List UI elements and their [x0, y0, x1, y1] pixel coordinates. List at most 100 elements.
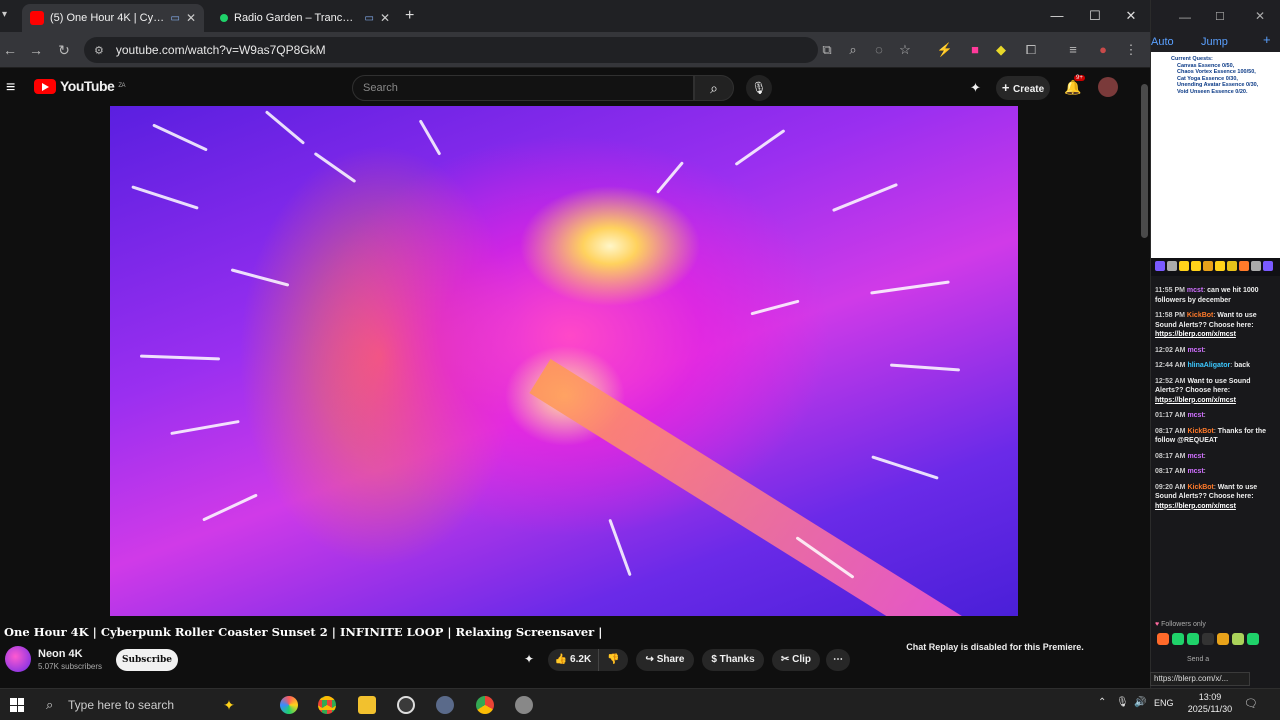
tab-list-chevron-icon[interactable]: ▾: [2, 9, 16, 23]
subscribe-button[interactable]: Subscribe: [116, 649, 178, 671]
side-minimize-icon[interactable]: —: [1179, 10, 1191, 24]
extensions-puzzle-icon[interactable]: ⧠: [1022, 41, 1040, 59]
mic-tray-icon[interactable]: 🎙: [1116, 697, 1129, 708]
chat-link[interactable]: https://blerp.com/x/mcst: [1155, 397, 1236, 404]
emote-icon[interactable]: [1217, 633, 1229, 645]
emote-icon[interactable]: [1232, 633, 1244, 645]
chat-time: 08:17 AM: [1155, 427, 1186, 435]
emote-icon[interactable]: [1215, 261, 1225, 271]
emote-icon[interactable]: [1191, 261, 1201, 271]
zoom-icon[interactable]: ⌕: [844, 41, 862, 59]
chat-username[interactable]: KickBot: [1187, 428, 1213, 435]
create-button[interactable]: + Create: [996, 76, 1050, 100]
install-app-icon[interactable]: ⧉: [818, 41, 836, 59]
address-bar[interactable]: ⚙ youtube.com/watch?v=W9as7QP8GkM: [84, 37, 818, 63]
hamburger-menu-icon[interactable]: ≡: [6, 79, 15, 97]
browser-menu-icon[interactable]: ⋮: [1122, 41, 1140, 59]
chat-input[interactable]: Send a: [1187, 656, 1209, 663]
chat-username[interactable]: mcst: [1187, 287, 1203, 294]
chrome-icon[interactable]: [318, 696, 336, 714]
chat-link[interactable]: https://blerp.com/x/mcst: [1155, 331, 1236, 338]
side-close-icon[interactable]: ✕: [1255, 9, 1265, 23]
profile-avatar-icon[interactable]: ●: [1094, 41, 1112, 59]
like-button[interactable]: 👍 6.2K: [548, 649, 598, 671]
emote-icon[interactable]: [1227, 261, 1237, 271]
tab-auto[interactable]: Auto: [1151, 36, 1174, 48]
new-tab-icon[interactable]: +: [405, 7, 414, 25]
youtube-logo[interactable]: YouTube ZA: [34, 78, 125, 94]
stream-overlay: Current Quests: Canvas Essence 0/50, Cha…: [1151, 52, 1280, 258]
extension-pink-icon[interactable]: ■: [966, 41, 984, 59]
thanks-button[interactable]: $ Thanks: [702, 649, 764, 671]
channel-name[interactable]: Neon 4K: [38, 648, 83, 660]
share-button[interactable]: ↪ Share: [636, 649, 694, 671]
minimize-icon[interactable]: —: [1042, 6, 1072, 26]
clock[interactable]: 13:09 2025/11/30: [1180, 691, 1240, 715]
emote-icon[interactable]: [1155, 261, 1165, 271]
emote-icon[interactable]: [1167, 261, 1177, 271]
clip-button[interactable]: ✂ Clip: [772, 649, 820, 671]
tab-youtube[interactable]: (5) One Hour 4K | Cyberpu ▭ ✕: [22, 4, 204, 32]
more-actions-icon[interactable]: ⋯: [826, 649, 850, 671]
account-avatar[interactable]: [1098, 77, 1118, 97]
app-icon[interactable]: [436, 696, 454, 714]
language-indicator[interactable]: ENG: [1154, 698, 1174, 708]
site-info-icon[interactable]: ⚙: [94, 44, 104, 57]
notifications-bell-icon[interactable]: 🔔: [1064, 79, 1081, 96]
forward-icon[interactable]: →: [26, 40, 46, 60]
extension-translate-icon[interactable]: ⚡: [936, 41, 954, 59]
notification-center-icon[interactable]: 🗨: [1244, 697, 1258, 710]
close-window-icon[interactable]: ✕: [1116, 6, 1146, 26]
chat-link[interactable]: https://blerp.com/x/mcst: [1155, 503, 1236, 510]
extension-action-icon[interactable]: ✦: [524, 652, 534, 666]
emote-icon[interactable]: [1157, 633, 1169, 645]
chat-username[interactable]: mcst: [1187, 412, 1203, 419]
emote-icon[interactable]: [1263, 261, 1273, 271]
chat-username[interactable]: mcst: [1187, 468, 1203, 475]
chat-time: 09:20 AM: [1155, 483, 1186, 491]
emote-icon[interactable]: [1239, 261, 1249, 271]
page-scrollbar-thumb[interactable]: [1141, 84, 1148, 238]
emote-icon[interactable]: [1247, 633, 1259, 645]
dislike-button[interactable]: 👎: [598, 649, 628, 671]
tab-jump[interactable]: Jump: [1201, 36, 1228, 48]
emote-icon[interactable]: [1251, 261, 1261, 271]
file-explorer-icon[interactable]: [358, 696, 376, 714]
add-tab-icon[interactable]: +: [1263, 32, 1271, 47]
reload-icon[interactable]: ↻: [54, 40, 74, 60]
media-control-icon[interactable]: ≡: [1064, 41, 1082, 59]
tab-close-icon[interactable]: ✕: [380, 11, 390, 25]
side-maximize-icon[interactable]: ☐: [1215, 10, 1225, 23]
copilot-icon[interactable]: [280, 696, 298, 714]
windows-start-icon[interactable]: [10, 698, 24, 712]
emote-icon[interactable]: [1187, 633, 1199, 645]
tab-radio-garden[interactable]: Radio Garden – Trance 21 ▭ ✕: [212, 4, 398, 32]
app-alt-icon[interactable]: [515, 696, 533, 714]
cast-extension-icon[interactable]: ✦: [970, 80, 981, 96]
tray-chevron-icon[interactable]: ⌃: [1098, 697, 1106, 708]
chrome-alt-icon[interactable]: [476, 696, 494, 714]
emote-icon[interactable]: [1179, 261, 1189, 271]
search-input[interactable]: Search: [352, 75, 694, 101]
emote-icon[interactable]: [1172, 633, 1184, 645]
channel-avatar[interactable]: [5, 646, 31, 672]
video-player[interactable]: [110, 106, 1018, 616]
voice-search-icon[interactable]: 🎙: [746, 75, 772, 101]
emote-icon[interactable]: [1203, 261, 1213, 271]
back-icon[interactable]: ←: [0, 40, 20, 60]
bookmark-star-icon[interactable]: ☆: [896, 41, 914, 59]
maximize-icon[interactable]: ☐: [1080, 6, 1110, 26]
chat-message: 09:20 AM KickBot: Want to use Sound Aler…: [1155, 483, 1258, 510]
chat-username[interactable]: KickBot: [1187, 484, 1213, 491]
chat-username[interactable]: hlinaAligator: [1187, 362, 1230, 369]
extension-yellow-icon[interactable]: ◆: [992, 41, 1010, 59]
volume-icon[interactable]: 🔊: [1134, 697, 1146, 708]
obs-icon[interactable]: [397, 696, 415, 714]
chat-username[interactable]: KickBot: [1187, 312, 1213, 319]
search-icon[interactable]: ⌕: [694, 75, 734, 101]
eye-off-icon[interactable]: ◌: [870, 41, 888, 59]
chat-username[interactable]: mcst: [1187, 453, 1203, 460]
emote-icon[interactable]: [1202, 633, 1214, 645]
tab-close-icon[interactable]: ✕: [186, 11, 196, 25]
chat-username[interactable]: mcst: [1187, 347, 1203, 354]
